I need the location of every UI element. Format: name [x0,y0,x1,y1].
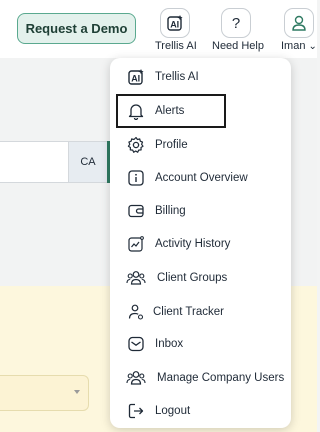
request-demo-button[interactable]: Request a Demo [17,13,136,44]
menu-item-profile[interactable]: Profile [110,130,291,160]
svg-text:AI: AI [131,74,140,84]
menu-item-label: Activity History [155,238,231,250]
ca-label: CA [80,156,96,168]
activity-chart-icon [126,234,146,254]
wallet-icon [126,201,146,221]
svg-text:AI: AI [170,20,179,30]
menu-item-trellis-ai[interactable]: AI Trellis AI [110,62,291,92]
menu-item-manage-company-users[interactable]: Manage Company Users [110,363,291,393]
menu-item-billing[interactable]: Billing [110,196,291,226]
gear-icon [126,135,146,155]
menu-item-client-tracker[interactable]: Client Tracker [110,297,291,327]
user-track-icon [126,302,146,322]
menu-item-logout[interactable]: Logout [110,396,291,426]
menu-item-client-groups[interactable]: Client Groups [110,263,291,293]
question-mark-icon: ? [231,14,241,32]
menu-item-label: Billing [155,205,186,217]
menu-item-label: Profile [155,139,188,151]
menu-item-label: Logout [155,405,191,417]
menu-item-activity-history[interactable]: Activity History [110,229,291,259]
menu-item-label: Account Overview [155,172,248,184]
menu-item-inbox[interactable]: Inbox [110,329,291,359]
user-menu-button[interactable] [284,8,314,38]
inbox-icon [126,334,146,354]
menu-item-label: Alerts [155,105,185,117]
ai-sparkle-icon: AI [126,67,146,87]
request-demo-label: Request a Demo [25,21,128,36]
menu-item-label: Client Tracker [153,306,224,318]
trellis-ai-label: Trellis AI [155,40,197,52]
info-icon [126,168,146,188]
ai-sparkle-icon: AI [167,15,183,31]
menu-item-label: Inbox [155,338,184,350]
need-help-button[interactable]: ? [221,8,251,38]
logout-icon [126,401,146,421]
menu-item-label: Trellis AI [155,71,199,83]
menu-item-alerts[interactable]: Alerts [116,94,226,128]
ca-cell: CA [68,141,108,183]
users-group-icon [126,368,146,388]
user-name: Iman [281,40,306,52]
chevron-down-icon: ⌄ [308,41,317,52]
need-help-label: Need Help [212,40,264,52]
bell-icon [126,101,146,121]
user-menu-label[interactable]: Iman ⌄ [281,40,317,52]
user-icon [292,15,306,31]
trellis-ai-button[interactable]: AI [160,8,190,38]
menu-item-account-overview[interactable]: Account Overview [110,163,291,193]
user-dropdown-menu: AI Trellis AI Alerts Profile Account Ove… [110,58,291,428]
users-group-icon [126,268,146,288]
select-caret-icon [74,390,80,394]
menu-item-label: Client Groups [157,272,228,284]
menu-item-label: Manage Company Users [157,372,285,384]
